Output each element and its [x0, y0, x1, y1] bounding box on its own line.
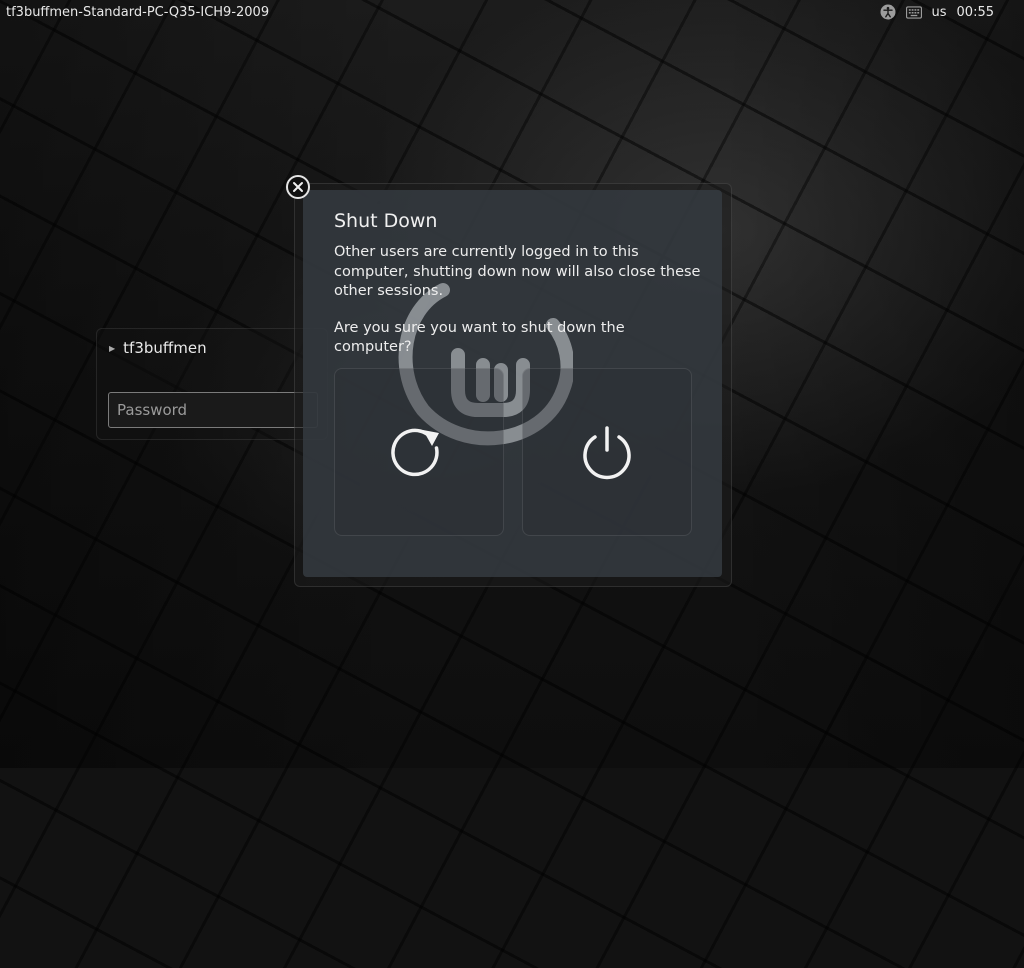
dialog-message: Other users are currently logged in to t… [334, 243, 704, 358]
system-tray: us 00:55 [880, 4, 1024, 20]
restart-button[interactable] [334, 368, 504, 536]
username-label: tf3buffmen [123, 339, 207, 357]
user-selector[interactable]: ▶ tf3buffmen [109, 339, 207, 357]
shutdown-button[interactable] [522, 368, 692, 536]
dialog-question-text: Are you sure you want to shut down the c… [334, 319, 625, 356]
dialog-warning-text: Other users are currently logged in to t… [334, 244, 701, 299]
password-input[interactable] [108, 392, 318, 428]
shutdown-dialog: Shut Down Other users are currently logg… [303, 190, 722, 577]
expand-arrow-icon: ▶ [109, 343, 116, 353]
hostname-label: tf3buffmen-Standard-PC-Q35-ICH9-2009 [6, 4, 270, 20]
clock: 00:55 [956, 4, 994, 20]
restart-icon [391, 428, 439, 477]
power-icon [583, 426, 631, 480]
keyboard-icon[interactable] [905, 4, 922, 20]
top-panel: tf3buffmen-Standard-PC-Q35-ICH9-2009 us … [0, 0, 1024, 24]
close-icon [293, 182, 303, 192]
keyboard-layout-indicator[interactable]: us [932, 5, 947, 20]
accessibility-icon[interactable] [880, 4, 896, 20]
close-dialog-button[interactable] [286, 175, 310, 199]
dialog-title: Shut Down [334, 210, 438, 232]
